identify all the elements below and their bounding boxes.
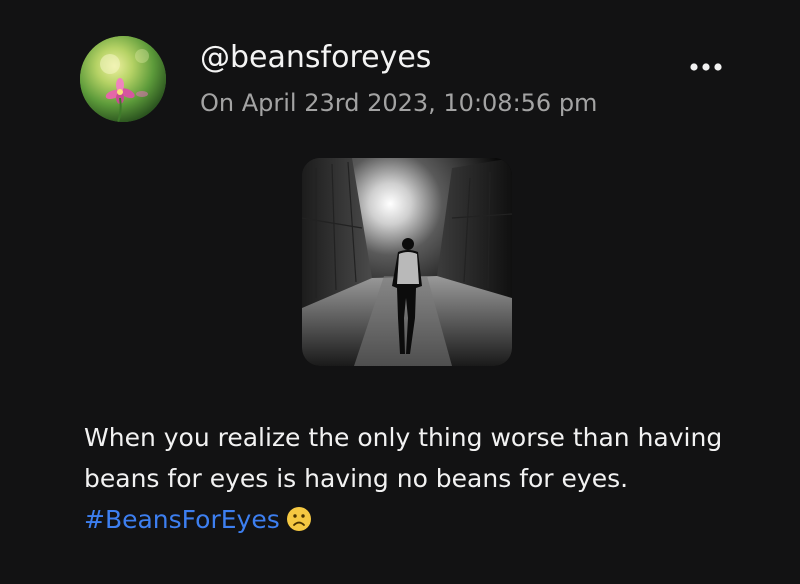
post-timestamp: On April 23rd 2023, 10:08:56 pm	[200, 89, 598, 117]
avatar[interactable]	[80, 36, 166, 122]
username[interactable]: @beansforeyes	[200, 38, 431, 78]
more-options-button[interactable]	[682, 52, 730, 82]
post-card: @beansforeyes On April 23rd 2023, 10:08:…	[0, 0, 800, 584]
post-body-text: When you realize the only thing worse th…	[84, 423, 723, 493]
frowning-face-icon	[286, 503, 312, 544]
flower-avatar-icon	[80, 36, 166, 122]
man-in-dark-alley-photo	[302, 158, 512, 366]
hashtag-link[interactable]: #BeansForEyes	[84, 505, 280, 534]
more-horizontal-icon	[690, 63, 722, 71]
post-image[interactable]	[302, 158, 512, 366]
post-body: When you realize the only thing worse th…	[84, 417, 744, 544]
